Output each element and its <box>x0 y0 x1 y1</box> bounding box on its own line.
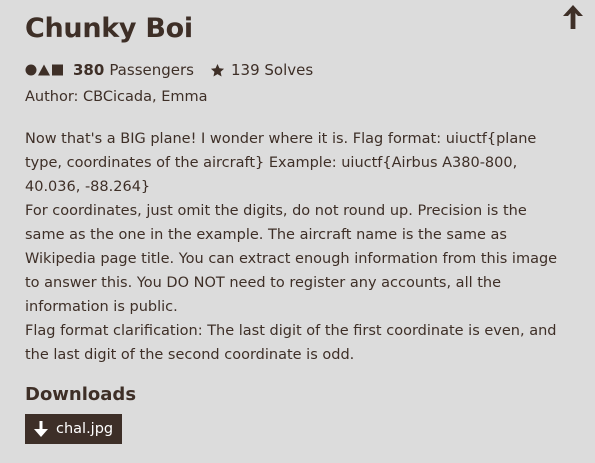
challenge-title: Chunky Boi <box>25 13 193 44</box>
solves-count: 139 <box>230 61 260 79</box>
challenge-description: Now that's a BIG plane! I wonder where i… <box>25 127 560 367</box>
arrow-up-icon[interactable] <box>562 4 584 34</box>
downloads-heading: Downloads <box>25 384 137 405</box>
download-file-name: chal.jpg <box>56 421 114 437</box>
description-paragraph: For coordinates, just omit the digits, d… <box>25 203 558 315</box>
challenge-author: Author: CBCicada, Emma <box>25 89 208 105</box>
shapes-icon <box>25 64 65 76</box>
download-file-button[interactable]: chal.jpg <box>25 414 123 444</box>
passengers-count: 380 <box>73 61 105 79</box>
download-arrow-icon <box>33 420 49 438</box>
passengers-label: Passengers <box>109 61 194 79</box>
challenge-stats: 380 Passengers 139 Solves <box>25 60 313 80</box>
star-icon <box>210 63 225 78</box>
description-paragraph: Now that's a BIG plane! I wonder where i… <box>25 131 537 195</box>
solves-label: Solves <box>264 61 314 79</box>
description-paragraph: Flag format clarification: The last digi… <box>25 323 557 363</box>
